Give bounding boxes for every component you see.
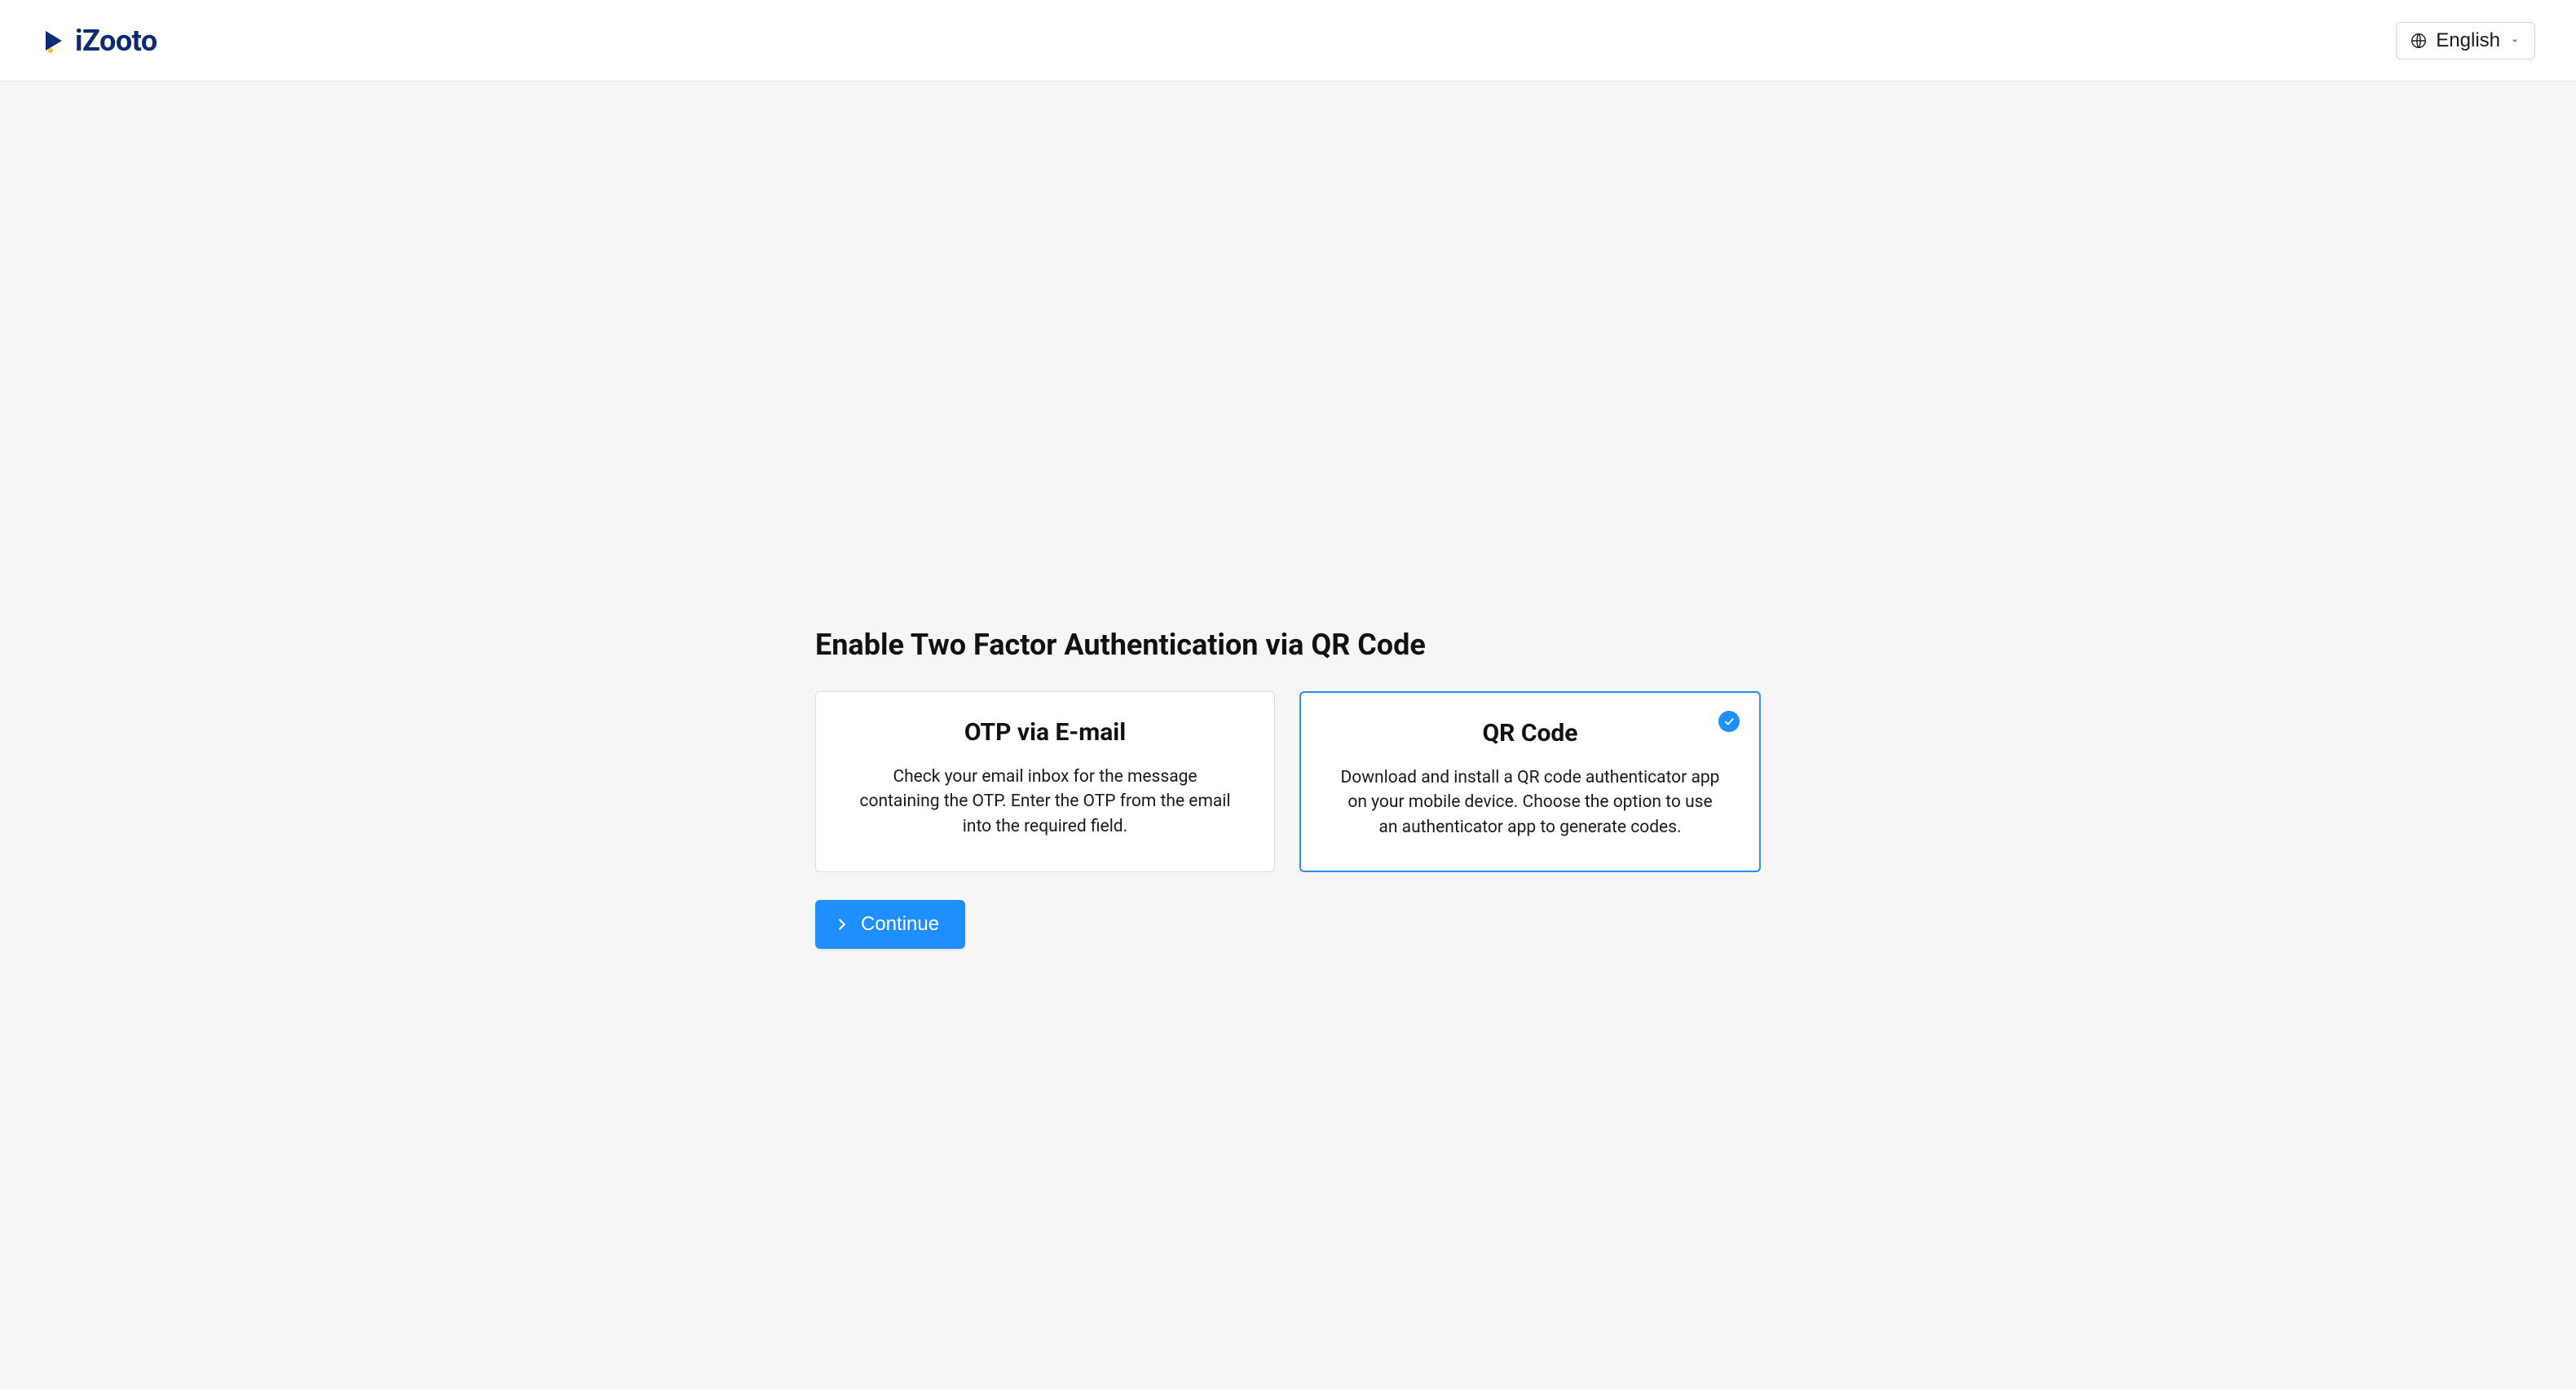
option-card-title: OTP via E-mail	[855, 718, 1235, 747]
brand-logo-mark-icon	[41, 26, 70, 55]
chevron-right-icon	[833, 915, 851, 933]
page-title: Enable Two Factor Authentication via QR …	[815, 628, 1761, 662]
main-content: Enable Two Factor Authentication via QR …	[0, 82, 2576, 949]
option-card-title: QR Code	[1340, 719, 1720, 747]
chevron-down-icon	[2508, 34, 2521, 47]
option-card-otp-email[interactable]: OTP via E-mail Check your email inbox fo…	[815, 691, 1275, 872]
continue-button[interactable]: Continue	[815, 900, 965, 949]
brand-logo-text: iZooto	[75, 24, 157, 58]
globe-icon	[2410, 32, 2428, 50]
option-card-description: Check your email inbox for the message c…	[855, 765, 1235, 839]
auth-method-options: OTP via E-mail Check your email inbox fo…	[815, 691, 1761, 872]
app-header: iZooto English	[0, 0, 2576, 82]
brand-logo[interactable]: iZooto	[41, 24, 157, 58]
check-circle-icon	[1718, 711, 1740, 732]
option-card-qr-code[interactable]: QR Code Download and install a QR code a…	[1299, 691, 1761, 872]
language-label: English	[2436, 29, 2500, 52]
language-selector[interactable]: English	[2396, 22, 2535, 60]
continue-button-label: Continue	[861, 913, 939, 936]
option-card-description: Download and install a QR code authentic…	[1340, 765, 1720, 840]
